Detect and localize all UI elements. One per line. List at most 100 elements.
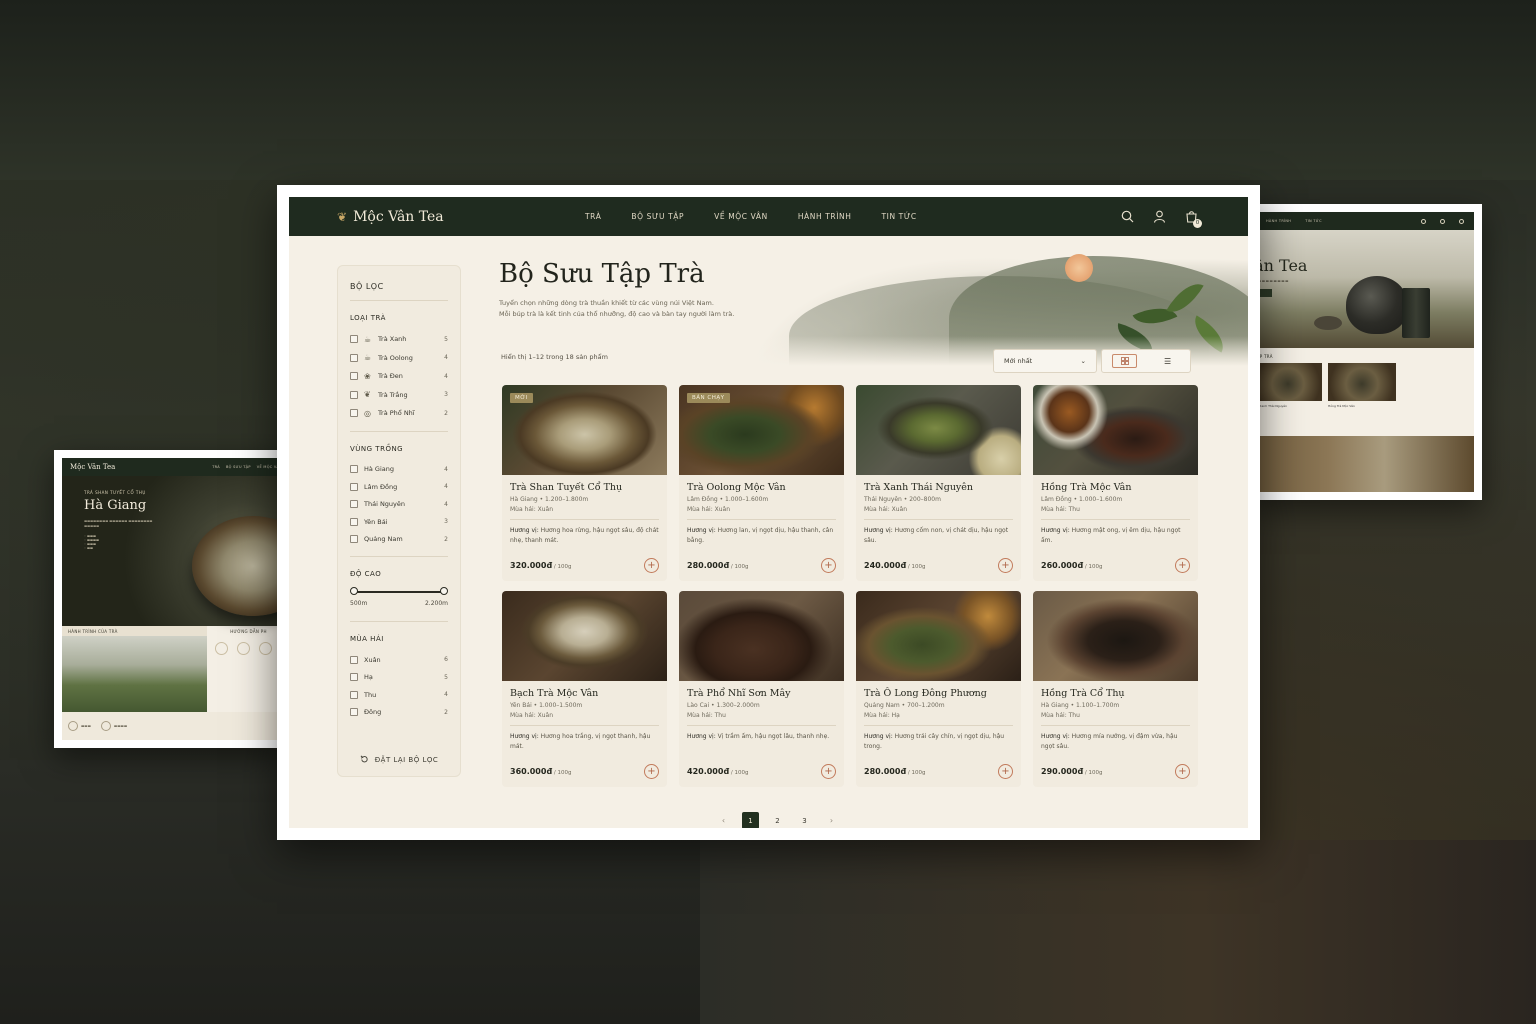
nav-link-tra[interactable]: TRÀ [585,212,601,221]
product-name[interactable]: Trà Shan Tuyết Cổ Thụ [510,482,659,493]
product-card[interactable]: Trà Ô Long Đông Phương Quảng Nam • 700–1… [856,591,1021,787]
left-preview-guide-heading: HƯỚNG DẪN PH [230,629,267,634]
filter-option-yen-bai[interactable]: Yên Bái 3 [350,513,448,531]
add-to-cart-button[interactable]: + [998,558,1013,573]
filter-option-ha[interactable]: Hạ 5 [350,669,448,687]
checkbox[interactable] [350,535,358,544]
filter-option-label: Hà Giang [364,465,395,474]
reset-filters-button[interactable]: ĐẶT LẠI BỘ LỌC [350,755,448,764]
checkbox[interactable] [350,673,358,682]
add-to-cart-button[interactable]: + [821,764,836,779]
filter-option-count: 6 [444,656,448,664]
checkbox[interactable] [350,500,358,509]
filter-option-thai-nguyen[interactable]: Thái Nguyên 4 [350,496,448,514]
grid-view-icon[interactable] [1112,354,1138,368]
left-preview-description-lines: ▬▬▬▬▬▬▬▬ ▬▬▬▬▬▬ ▬▬▬▬▬▬▬▬ ▬▬▬▬▬ [84,519,153,528]
filter-option-dong[interactable]: Đông 2 [350,704,448,722]
product-price: 280.000đ / 100g [864,767,926,776]
product-card[interactable]: Trà Phổ Nhĩ Sơn Mây Lào Cai • 1.300–2.00… [679,591,844,787]
add-to-cart-button[interactable]: + [644,558,659,573]
product-card[interactable]: Hồng Trà Cổ Thụ Hà Giang • 1.100–1.700m … [1033,591,1198,787]
product-card[interactable]: Hồng Trà Mộc Vân Lâm Đồng • 1.000–1.600m… [1033,385,1198,581]
product-name[interactable]: Trà Xanh Thái Nguyên [864,482,1013,493]
altitude-range-slider[interactable] [350,586,448,598]
filter-option-tra-oolong[interactable]: ☕ Trà Oolong 4 [350,349,448,368]
filter-option-label: Đông [364,708,382,717]
checkbox[interactable] [350,372,358,381]
tea-product-image [1033,385,1198,475]
product-name[interactable]: Trà Phổ Nhĩ Sơn Mây [687,688,836,699]
page-1-button[interactable]: 1 [742,812,759,828]
filter-option-tra-den[interactable]: ❀ Trà Đen 4 [350,367,448,386]
filter-option-ha-giang[interactable]: Hà Giang 4 [350,461,448,479]
checkbox[interactable] [350,655,358,664]
checkbox[interactable] [350,708,358,717]
filter-option-tra-pho-nhi[interactable]: ◎ Trà Phổ Nhĩ 2 [350,404,448,423]
price-value: 280.000đ [864,767,907,776]
user-icon[interactable] [1152,210,1166,224]
price-value: 360.000đ [510,767,553,776]
filter-option-thu[interactable]: Thu 4 [350,686,448,704]
checkbox[interactable] [350,517,358,526]
checkbox[interactable] [350,409,358,418]
product-card[interactable]: BÁN CHẠY Trà Oolong Mộc Vân Lâm Đồng • 1… [679,385,844,581]
filter-option-count: 4 [444,372,448,380]
list-view-icon[interactable]: ☰ [1155,354,1180,368]
background-top [0,0,1536,180]
add-to-cart-button[interactable]: + [644,764,659,779]
add-to-cart-button[interactable]: + [821,558,836,573]
filter-option-xuan[interactable]: Xuân 6 [350,651,448,669]
filter-option-count: 4 [444,691,448,699]
flavor-label: Hương vị: [864,527,893,534]
filter-option-label: Trà Đen [378,372,403,381]
filter-option-tra-trang[interactable]: ❦ Trà Trắng 3 [350,386,448,405]
nav-link-ve-moc-van[interactable]: VỀ MỘC VÂN [714,212,768,221]
product-card[interactable]: MỚI Trà Shan Tuyết Cổ Thụ Hà Giang • 1.2… [502,385,667,581]
product-flavor: Hương vị: Hương hoa rừng, hậu ngọt sâu, … [510,526,659,556]
view-toggle: ☰ [1101,349,1191,373]
sort-dropdown[interactable]: Mới nhất ⌄ [993,349,1097,373]
filter-option-tra-xanh[interactable]: ☕ Trà Xanh 5 [350,330,448,349]
product-name[interactable]: Bạch Trà Mộc Vân [510,688,659,699]
brand-logo[interactable]: ❦ Mộc Vân Tea [337,209,567,225]
product-card[interactable]: Bạch Trà Mộc Vân Yên Bái • 1.000–1.500m … [502,591,667,787]
nav-link-bo-suu-tap[interactable]: BỘ SƯU TẬP [631,212,684,221]
page-2-button[interactable]: 2 [769,812,786,828]
checkbox[interactable] [350,353,358,362]
add-to-cart-button[interactable]: + [1175,764,1190,779]
checkbox[interactable] [350,482,358,491]
filter-option-label: Trà Oolong [378,353,413,362]
checkbox[interactable] [350,465,358,474]
nav-link-tin-tuc[interactable]: TIN TỨC [881,212,916,221]
search-icon[interactable] [1120,210,1134,224]
cart-icon[interactable]: 0 [1184,210,1202,228]
filter-option-label: Xuân [364,655,381,664]
product-name[interactable]: Hồng Trà Cổ Thụ [1041,688,1190,699]
filter-option-count: 4 [444,500,448,508]
product-card[interactable]: Trà Xanh Thái Nguyên Thái Nguyên • 200–8… [856,385,1021,581]
next-page-button[interactable]: › [823,812,840,828]
product-name[interactable]: Trà Oolong Mộc Vân [687,482,836,493]
checkbox[interactable] [350,390,358,399]
filter-option-lam-dong[interactable]: Lâm Đồng 4 [350,478,448,496]
tea-bowl-image [192,516,290,616]
filter-option-count: 3 [444,391,448,399]
slider-min-handle[interactable] [350,587,358,595]
product-name[interactable]: Trà Ô Long Đông Phương [864,688,1013,699]
price-unit: / 100g [1083,770,1103,776]
checkbox[interactable] [350,690,358,699]
page-3-button[interactable]: 3 [796,812,813,828]
product-name[interactable]: Hồng Trà Mộc Vân [1041,482,1190,493]
tea-cup-icon: ☕ [364,334,372,344]
prev-page-button[interactable]: ‹ [715,812,732,828]
teapot-image [1346,276,1408,334]
checkbox[interactable] [350,335,358,344]
price-unit: / 100g [906,564,926,570]
filter-option-quang-nam[interactable]: Quảng Nam 2 [350,531,448,549]
altitude-min-label: 500m [350,600,368,607]
add-to-cart-button[interactable]: + [998,764,1013,779]
slider-max-handle[interactable] [440,587,448,595]
add-to-cart-button[interactable]: + [1175,558,1190,573]
nav-link-hanh-trinh[interactable]: HÀNH TRÌNH [798,212,852,221]
left-preview-nav-item: BỘ SƯU TẬP [225,465,251,469]
